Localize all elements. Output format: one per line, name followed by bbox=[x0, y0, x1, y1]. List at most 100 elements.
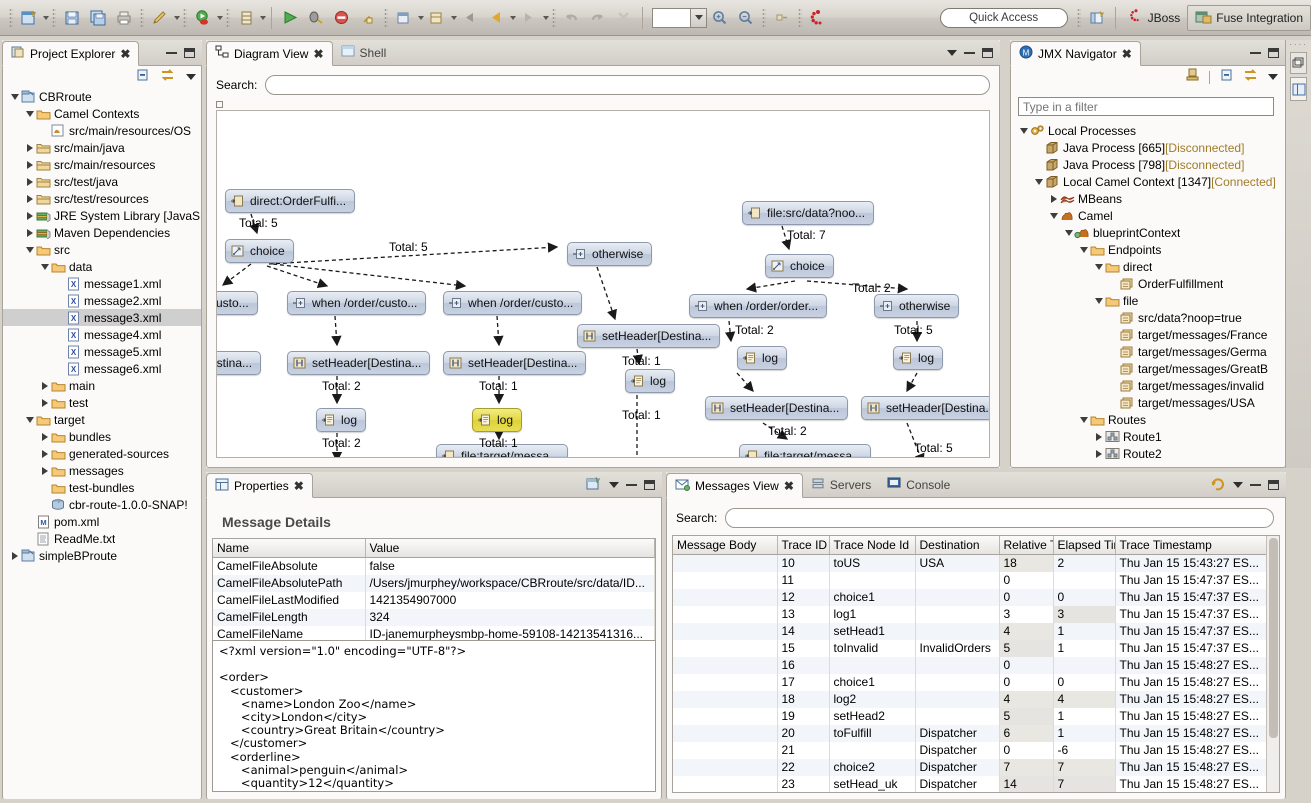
jmx-filter-input[interactable] bbox=[1018, 97, 1274, 116]
tree-twisty-closed[interactable] bbox=[26, 194, 33, 203]
diagram-node[interactable]: otherwise bbox=[874, 294, 960, 318]
new-properties-view-icon[interactable] bbox=[586, 476, 602, 494]
diagram-node[interactable]: estina... bbox=[217, 351, 262, 375]
new-java-class-icon[interactable] bbox=[392, 6, 416, 30]
tree-twisty-closed[interactable] bbox=[26, 228, 33, 237]
tree-item[interactable]: src/data?noop=true bbox=[1012, 309, 1284, 326]
tree-twisty-open[interactable] bbox=[40, 263, 49, 270]
diagram-node[interactable]: log bbox=[472, 408, 523, 432]
tree-item[interactable]: Xmessage6.xml bbox=[3, 360, 201, 377]
tree-item[interactable]: src bbox=[3, 241, 201, 258]
tree-twisty-open[interactable] bbox=[1019, 127, 1028, 134]
tree-item[interactable]: src/test/resources bbox=[3, 190, 201, 207]
tree-twisty-closed[interactable] bbox=[1050, 194, 1057, 203]
tree-item[interactable]: Route2 bbox=[1012, 445, 1284, 462]
toolbar-grip-8[interactable] bbox=[762, 7, 766, 28]
tree-twisty-open[interactable] bbox=[10, 93, 19, 100]
perspective-fuse-integration[interactable]: Fuse Integration bbox=[1187, 4, 1311, 31]
column-header[interactable]: Trace Node Id bbox=[829, 536, 916, 555]
print-icon[interactable] bbox=[112, 6, 136, 30]
table-row[interactable]: 13 log1 3 3 Thu Jan 15 15:47:37 ES... bbox=[673, 605, 1279, 623]
tab-project-explorer[interactable]: Project Explorer ✖ bbox=[2, 41, 140, 66]
tree-twisty-open[interactable] bbox=[1079, 246, 1088, 253]
maximize-icon[interactable] bbox=[982, 47, 993, 58]
table-row[interactable]: 24log_ukUK140Thu Jan 15 15:48:27 ES... bbox=[673, 793, 1279, 794]
minimize-icon[interactable] bbox=[1250, 483, 1261, 486]
close-icon[interactable]: ✖ bbox=[784, 479, 794, 493]
toolbar-grip-3[interactable] bbox=[140, 7, 144, 28]
tree-item[interactable]: blueprintContext bbox=[1012, 224, 1284, 241]
view-menu-icon[interactable] bbox=[1268, 74, 1278, 80]
close-icon[interactable]: ✖ bbox=[294, 479, 304, 493]
save-all-icon[interactable] bbox=[86, 6, 110, 30]
tree-item[interactable]: Local Processes bbox=[1012, 122, 1284, 139]
tree-twisty-open[interactable] bbox=[1094, 263, 1103, 270]
tree-item[interactable]: Route1 bbox=[1012, 428, 1284, 445]
collapse-all-icon[interactable] bbox=[1219, 68, 1234, 86]
maximize-icon[interactable] bbox=[1268, 47, 1279, 58]
tree-item[interactable]: simpleBProute bbox=[3, 547, 201, 564]
messages-vertical-scrollbar[interactable] bbox=[1266, 536, 1279, 792]
tab-properties[interactable]: Properties ✖ bbox=[206, 473, 313, 498]
maximize-icon[interactable] bbox=[644, 479, 655, 490]
tree-twisty-closed[interactable] bbox=[11, 551, 18, 560]
save-icon[interactable] bbox=[60, 6, 84, 30]
tree-item[interactable]: Routes bbox=[1012, 411, 1284, 428]
tree-item[interactable]: OrderFulfillment bbox=[1012, 275, 1284, 292]
tree-item[interactable]: CBRroute bbox=[3, 88, 201, 105]
previous-annotation-icon[interactable] bbox=[484, 6, 508, 30]
tree-twisty-open[interactable] bbox=[1064, 229, 1073, 236]
tree-item[interactable]: Maven Dependencies bbox=[3, 224, 201, 241]
diagram-node[interactable]: setHeader[Destina... bbox=[287, 351, 431, 375]
tree-twisty-closed[interactable] bbox=[1095, 449, 1102, 458]
tree-item[interactable]: Local Camel Context [1347] [Connected] bbox=[1012, 173, 1284, 190]
table-row[interactable]: 20 toFulfill Dispatcher 6 1 Thu Jan 15 15:48:… bbox=[673, 724, 1279, 742]
tree-item[interactable]: Java Process [798] [Disconnected] bbox=[1012, 156, 1284, 173]
diagram-node[interactable]: log bbox=[316, 408, 367, 432]
table-row[interactable]: 10 toUS USA 18 2 Thu Jan 15 15:43:27 ES... bbox=[673, 554, 1279, 572]
zoom-level-combo[interactable] bbox=[652, 7, 707, 28]
tree-item[interactable]: Xmessage5.xml bbox=[3, 343, 201, 360]
redo-icon[interactable] bbox=[586, 6, 610, 30]
diagram-node[interactable]: log bbox=[893, 346, 944, 370]
database-dropdown-icon[interactable] bbox=[260, 15, 266, 20]
table-row[interactable]: 12 choice1 0 0 Thu Jan 15 15:47:37 ES... bbox=[673, 588, 1279, 606]
tree-item[interactable]: cbr-route-1.0.0-SNAP! bbox=[3, 496, 201, 513]
forward-dropdown-icon[interactable] bbox=[543, 15, 549, 20]
table-row[interactable]: 14 setHead1 4 1 Thu Jan 15 15:47:37 ES... bbox=[673, 622, 1279, 640]
forward-icon[interactable] bbox=[517, 6, 541, 30]
tree-item[interactable]: target/messages/Germa bbox=[1012, 343, 1284, 360]
publish-icon[interactable] bbox=[356, 6, 380, 30]
tab-diagram-view[interactable]: Diagram View ✖ bbox=[206, 41, 333, 66]
tree-item[interactable]: Mpom.xml bbox=[3, 513, 201, 530]
view-menu-icon[interactable] bbox=[186, 74, 196, 80]
delete-icon[interactable] bbox=[612, 6, 636, 30]
column-header[interactable]: Trace Timestamp bbox=[1115, 536, 1279, 555]
close-icon[interactable]: ✖ bbox=[313, 47, 323, 61]
tab-jmx-navigator[interactable]: M JMX Navigator ✖ bbox=[1010, 41, 1141, 66]
tree-item[interactable]: Xmessage1.xml bbox=[3, 275, 201, 292]
tree-item[interactable]: Endpoints bbox=[1012, 241, 1284, 258]
diagram-canvas[interactable]: direct:OrderFulfi... choice custo... when /… bbox=[216, 110, 990, 458]
tree-item[interactable]: target/messages/invalid bbox=[1012, 377, 1284, 394]
properties-fast-view-icon[interactable] bbox=[1290, 77, 1307, 101]
tree-item[interactable]: Xmessage2.xml bbox=[3, 292, 201, 309]
tree-item[interactable]: Xmessage4.xml bbox=[3, 326, 201, 343]
tree-twisty-closed[interactable] bbox=[26, 160, 33, 169]
tree-twisty-closed[interactable] bbox=[41, 381, 48, 390]
collapse-all-icon[interactable] bbox=[135, 68, 150, 86]
scrollbar-thumb[interactable] bbox=[1269, 538, 1278, 738]
table-body[interactable]: 10 toUS USA 18 2 Thu Jan 15 15:43:27 ES... 11 0… bbox=[673, 554, 1279, 794]
column-header[interactable]: Trace ID bbox=[777, 536, 830, 555]
tree-item[interactable]: Java Process [665] [Disconnected] bbox=[1012, 139, 1284, 156]
tree-item[interactable]: target/messages/France bbox=[1012, 326, 1284, 343]
column-header[interactable]: Name bbox=[213, 539, 366, 558]
undo-icon[interactable] bbox=[560, 6, 584, 30]
column-header[interactable]: Message Body bbox=[673, 536, 778, 555]
table-row[interactable]: 15 toInvalid InvalidOrders 5 1 Thu Jan 15 15:… bbox=[673, 639, 1279, 657]
tree-item[interactable]: test bbox=[3, 394, 201, 411]
camel-icon[interactable] bbox=[806, 6, 830, 30]
project-explorer-tree[interactable]: CBRroute Camel Contexts src/main/resources… bbox=[3, 88, 201, 798]
tree-twisty-open[interactable] bbox=[25, 246, 34, 253]
diagram-node[interactable]: when /order/custo... bbox=[443, 291, 583, 315]
